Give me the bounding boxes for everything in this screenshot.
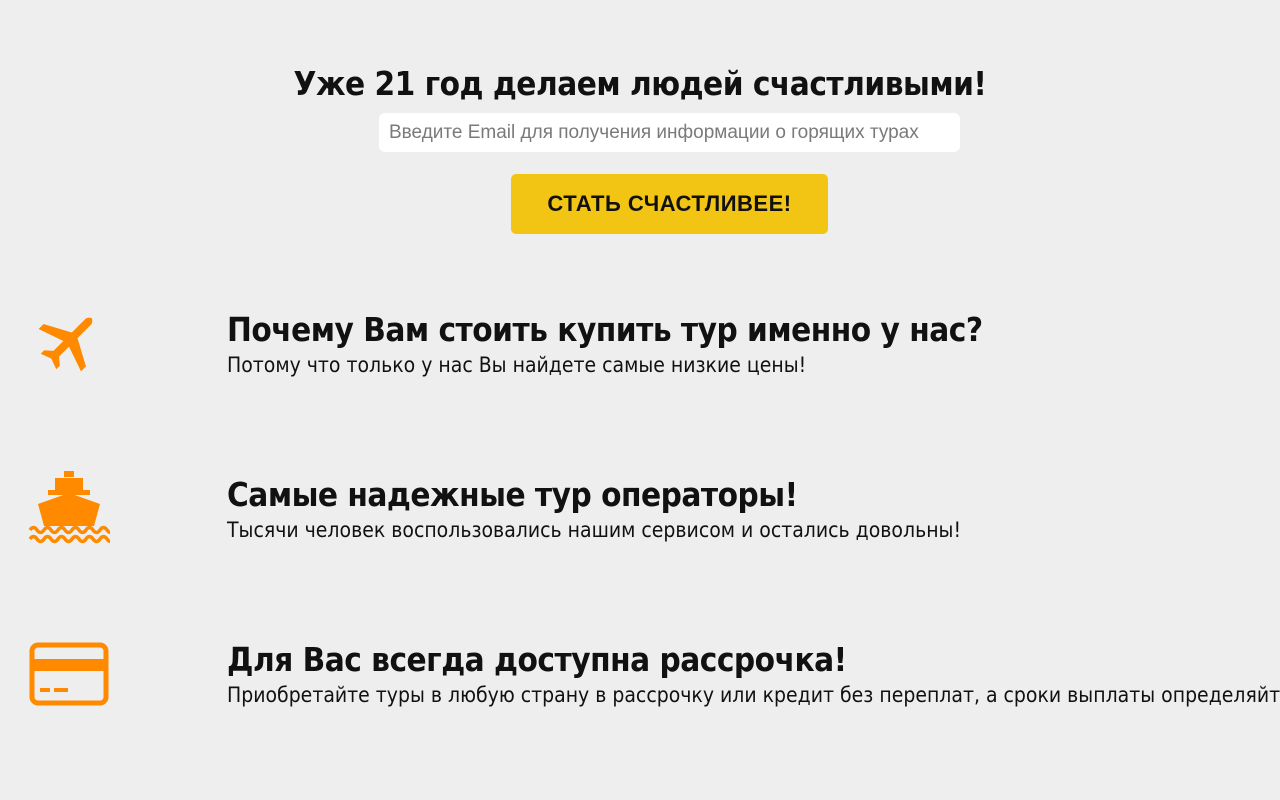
subscribe-button[interactable]: СТАТЬ СЧАСТЛИВЕЕ! [511,174,828,234]
feature-text: Приобретайте туры в любую страну в расср… [227,683,1280,707]
feature-title: Для Вас всегда доступна рассрочка! [227,640,847,679]
feature-title: Почему Вам стоить купить тур именно у на… [227,310,983,349]
feature-item-installment: Для Вас всегда доступна рассрочка! Приоб… [0,630,1280,730]
ship-icon [28,470,110,552]
airplane-icon [28,300,110,382]
feature-text: Потому что только у нас Вы найдете самые… [227,353,807,377]
feature-title: Самые надежные тур операторы! [227,475,798,514]
feature-item-operators: Самые надежные тур операторы! Тысячи чел… [0,465,1280,565]
email-input[interactable] [379,113,960,152]
feature-text: Тысячи человек воспользовались нашим сер… [227,518,962,542]
page: Уже 21 год делаем людей счастливыми! СТА… [0,0,1280,800]
feature-item-prices: Почему Вам стоить купить тур именно у на… [0,300,1280,400]
credit-card-icon [28,635,110,717]
hero-title: Уже 21 год делаем людей счастливыми! [293,64,987,103]
